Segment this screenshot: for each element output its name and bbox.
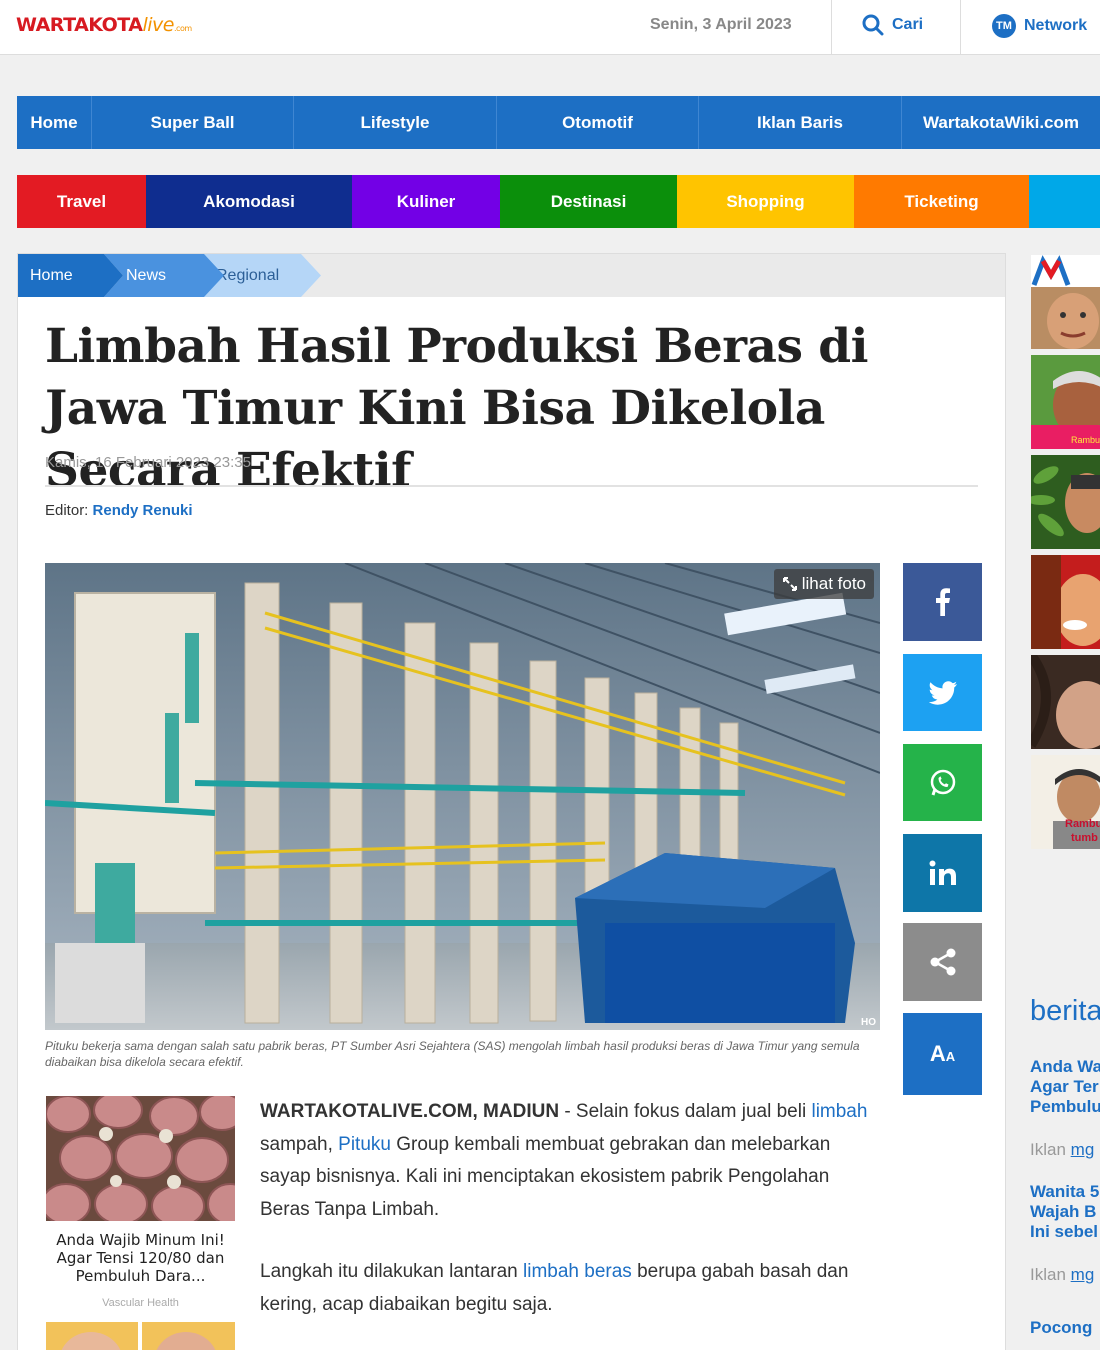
factory-photo [45,563,880,1030]
top-header: WARTAKOTAlive.com Senin, 3 April 2023 Ca… [0,0,1100,55]
sidebar-ad-label: Iklan mg [1030,1140,1095,1159]
network-label: Network [1024,17,1088,34]
thumb-caption: Rambu [1065,818,1100,830]
dateline: WARTAKOTALIVE.COM, MADIUN [260,1101,560,1122]
nav-item-iklan-baris[interactable]: Iklan Baris [699,96,902,149]
tag-link-limbah-beras[interactable]: limbah beras [523,1261,632,1282]
twitter-icon [928,680,957,705]
search-label: Cari [892,16,924,33]
font-size-button[interactable]: AA [903,1013,982,1095]
photo-caption: Pituku bekerja sama dengan salah satu pa… [45,1039,860,1069]
thumb-photo: Rambu tumb [1031,755,1100,849]
article-body: WARTAKOTALIVE.COM, MADIUN - Selain fokus… [260,1096,880,1350]
search-icon [862,14,884,36]
ad-link[interactable]: mg [1071,1265,1095,1284]
promo-source: Vascular Health [102,1297,179,1309]
expand-icon [782,577,797,591]
thumb-photo [1031,655,1100,749]
site-logo[interactable]: WARTAKOTAlive.com [16,14,192,36]
sidebar-thumb[interactable] [1031,555,1100,649]
promo-photo [46,1096,235,1221]
tag-link-limbah[interactable]: limbah [811,1101,867,1122]
nav-item-super-ball[interactable]: Super Ball [92,96,294,149]
editor-label: Editor: [45,502,89,519]
current-date: Senin, 3 April 2023 [650,16,792,33]
sidebar-news-link[interactable]: Anda Wa Agar Ter Pembulu [1030,1057,1100,1117]
nav-item-destinasi[interactable]: Destinasi [500,175,677,228]
network-button[interactable]: TM Network [992,14,1087,38]
sidebar-thumb[interactable]: Rambut [1031,355,1100,449]
header-divider [831,0,832,55]
nav-item-otomotif[interactable]: Otomotif [497,96,699,149]
share-linkedin-button[interactable] [903,834,982,912]
thumb-caption: tumb [1071,832,1098,844]
thumb-caption: Rambut [1071,435,1100,445]
share-more-button[interactable] [903,923,982,1001]
nav-item-akomodasi[interactable]: Akomodasi [146,175,352,228]
sidebar-ad-label: Iklan mg [1030,1265,1095,1284]
facebook-icon [935,588,950,616]
nav-item-more[interactable] [1029,175,1100,228]
view-photo-button[interactable]: lihat foto [773,569,874,599]
title-divider [45,485,978,487]
header-divider [960,0,961,55]
ad-link[interactable]: mg [1071,1140,1095,1159]
font-size-icon: AA [929,1041,956,1066]
article-paragraph: Langkah itu dilakukan lantaran limbah be… [260,1261,849,1315]
share-whatsapp-button[interactable] [903,744,982,821]
thumb-photo: Rambut [1031,355,1100,449]
breadcrumb-home[interactable]: Home [18,254,123,297]
network-icon: TM [992,14,1016,38]
category-nav: Travel Akomodasi Kuliner Destinasi Shopp… [17,175,1100,228]
thumb-photo [1031,555,1100,649]
breadcrumb: Home News Regional [18,254,1005,297]
sidebar-news-link[interactable]: Wanita 5 Wajah B Ini sebel [1030,1182,1099,1242]
article-paragraph: WARTAKOTALIVE.COM, MADIUN - Selain fokus… [260,1101,868,1220]
thumb-photo [1031,455,1100,549]
photo-credit: HO [861,1017,876,1028]
sidebar-thumb[interactable] [1031,455,1100,549]
sidebar-section-title: berita [1030,995,1100,1027]
nav-item-wartakotawiki[interactable]: WartakotaWiki.com [902,96,1100,149]
nav-item-lifestyle[interactable]: Lifestyle [294,96,497,149]
promo-image-next[interactable] [46,1322,235,1350]
publish-date: Kamis, 16 Februari 2023 23:35 [45,454,251,471]
linkedin-icon [929,860,956,885]
nav-item-kuliner[interactable]: Kuliner [352,175,500,228]
promo-title-link[interactable]: Anda Wajib Minum Ini! Agar Tensi 120/80 … [44,1231,237,1285]
sidebar-news-link[interactable]: Pocong [1030,1318,1092,1338]
share-icon [930,948,955,976]
whatsapp-icon [930,769,955,795]
sidebar-thumb[interactable] [1031,255,1100,349]
nav-item-travel[interactable]: Travel [17,175,146,228]
promo-photo-next [46,1322,235,1350]
share-facebook-button[interactable] [903,563,982,641]
search-button[interactable]: Cari [862,14,923,36]
promo-image[interactable] [46,1096,235,1221]
article-photo[interactable]: lihat foto HO [45,563,880,1030]
editor-link[interactable]: Rendy Renuki [93,502,193,519]
view-photo-label: lihat foto [801,574,866,593]
main-nav: Home Super Ball Lifestyle Otomotif Iklan… [17,96,1100,149]
tag-link-pituku[interactable]: Pituku [338,1134,391,1155]
article-title: Limbah Hasil Produksi Beras di Jawa Timu… [45,319,869,498]
nav-item-home[interactable]: Home [17,96,92,149]
sidebar-thumb[interactable]: Rambu tumb [1031,755,1100,849]
editor-line: Editor: Rendy Renuki [45,502,193,519]
share-twitter-button[interactable] [903,654,982,731]
sidebar-thumb[interactable] [1031,655,1100,749]
article-card: Home News Regional Limbah Hasil Produksi… [17,253,1006,1350]
thumb-photo [1031,255,1100,349]
nav-item-ticketing[interactable]: Ticketing [854,175,1029,228]
nav-item-shopping[interactable]: Shopping [677,175,854,228]
